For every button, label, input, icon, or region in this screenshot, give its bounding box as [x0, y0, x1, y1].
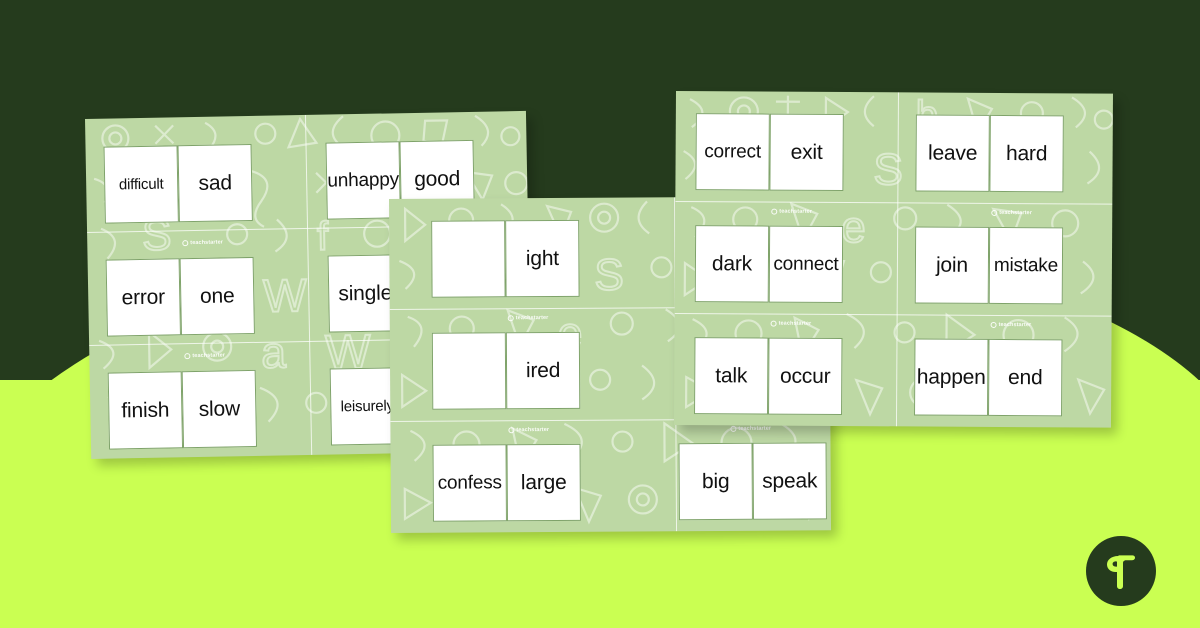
word-card-label: good: [413, 166, 461, 191]
word-card[interactable]: slow: [181, 369, 258, 449]
word-card[interactable]: difficult: [103, 145, 179, 224]
teachstarter-watermark-icon: [770, 320, 777, 327]
word-card[interactable]: talk: [694, 337, 769, 415]
word-card-label: large: [520, 470, 567, 494]
word-card[interactable]: hard: [989, 114, 1064, 193]
teachstarter-watermark-label: teachstarter: [516, 427, 550, 434]
word-card-label: happen: [916, 364, 986, 389]
word-card-label: leisurely: [340, 397, 395, 416]
teachstarter-watermark: teachstarter: [184, 352, 226, 360]
sheet-divider-vertical: [304, 114, 313, 455]
word-card-label: confess: [437, 471, 502, 494]
word-card[interactable]: [431, 332, 507, 410]
teachstarter-watermark: teachstarter: [770, 320, 812, 327]
word-card-label: connect: [773, 253, 839, 275]
word-card[interactable]: join: [914, 226, 990, 304]
word-card-label: sad: [198, 170, 233, 195]
word-card[interactable]: one: [179, 256, 255, 336]
sheet-divider-horizontal: [674, 312, 1112, 317]
teachstarter-logo-glyph: [1107, 555, 1135, 589]
word-card-label: talk: [715, 363, 748, 387]
word-card[interactable]: sad: [177, 143, 253, 223]
word-card[interactable]: large: [506, 443, 581, 522]
teachstarter-watermark-icon: [184, 353, 191, 360]
teachstarter-watermark-label: teachstarter: [998, 321, 1032, 329]
svg-text:S: S: [594, 251, 624, 300]
word-card[interactable]: happen: [914, 338, 989, 416]
word-card-label: correct: [704, 140, 762, 163]
word-card-label: leave: [927, 141, 978, 165]
word-card-label: slow: [198, 396, 241, 421]
word-card[interactable]: speak: [752, 442, 827, 520]
word-card-label: single: [338, 280, 393, 305]
word-card[interactable]: [431, 220, 506, 298]
teachstarter-watermark: teachstarter: [730, 426, 771, 432]
word-card-label: unhappy: [327, 168, 400, 192]
word-card-label: big: [701, 469, 730, 493]
word-card-label: hard: [1005, 141, 1048, 165]
word-card[interactable]: occur: [768, 337, 843, 416]
word-card-label: error: [121, 285, 166, 309]
word-card[interactable]: connect: [768, 225, 844, 304]
teachstarter-watermark-icon: [730, 425, 737, 432]
word-card-label: ight: [525, 246, 559, 270]
teachstarter-watermark-label: teachstarter: [778, 320, 812, 327]
word-card-label: finish: [121, 398, 170, 422]
word-card[interactable]: finish: [107, 371, 184, 450]
word-card-label: ired: [525, 358, 561, 382]
sheet-divider-horizontal: [675, 200, 1113, 205]
teachstarter-watermark: teachstarter: [182, 239, 224, 247]
word-card[interactable]: big: [678, 442, 753, 521]
word-card-label: join: [935, 253, 968, 277]
word-card[interactable]: confess: [432, 444, 507, 522]
word-card-label: dark: [711, 251, 753, 275]
svg-text:e: e: [841, 203, 866, 252]
svg-text:f: f: [317, 215, 330, 259]
word-card-label: difficult: [118, 175, 164, 194]
teachstarter-watermark-icon: [508, 427, 515, 434]
teachstarter-watermark-label: teachstarter: [999, 209, 1032, 217]
word-card[interactable]: dark: [694, 225, 770, 303]
word-card-label: occur: [780, 364, 831, 388]
poster-canvas: S f W a W difficult sad unhappy good tea…: [0, 0, 1200, 628]
teachstarter-watermark-icon: [182, 240, 189, 247]
teachstarter-watermark-label: teachstarter: [738, 425, 772, 432]
word-card-label: end: [1007, 365, 1043, 389]
word-card-label: speak: [762, 468, 818, 493]
teachstarter-watermark: teachstarter: [771, 208, 812, 215]
teachstarter-watermark: teachstarter: [991, 209, 1032, 217]
word-card[interactable]: error: [105, 258, 181, 337]
teachstarter-watermark-label: teachstarter: [190, 239, 224, 247]
teachstarter-watermark-icon: [507, 315, 514, 322]
sheet-divider-vertical: [895, 92, 899, 427]
svg-text:W: W: [263, 269, 308, 322]
worksheet-sheet-right[interactable]: b f S e: [673, 91, 1113, 428]
word-card[interactable]: end: [988, 338, 1063, 417]
word-card-label: exit: [790, 140, 823, 164]
teachstarter-watermark-icon: [991, 209, 998, 216]
teachstarter-watermark-label: teachstarter: [779, 208, 812, 215]
teachstarter-watermark: teachstarter: [990, 321, 1032, 329]
svg-text:a: a: [261, 328, 287, 377]
word-card[interactable]: ired: [505, 331, 581, 410]
teachstarter-watermark-icon: [771, 208, 778, 215]
teachstarter-logo: [1086, 536, 1156, 606]
teachstarter-watermark-label: teachstarter: [192, 352, 226, 360]
teachstarter-watermark-label: teachstarter: [515, 315, 549, 322]
word-card-label: one: [199, 283, 235, 308]
teachstarter-watermark: teachstarter: [507, 315, 549, 322]
word-card[interactable]: exit: [769, 113, 844, 192]
teachstarter-watermark: teachstarter: [508, 427, 550, 434]
word-card[interactable]: correct: [695, 113, 770, 191]
word-card-label: mistake: [993, 254, 1059, 276]
teachstarter-watermark-icon: [990, 321, 997, 328]
word-card[interactable]: ight: [505, 219, 580, 298]
word-card[interactable]: mistake: [988, 226, 1064, 305]
word-card[interactable]: leave: [915, 114, 990, 192]
